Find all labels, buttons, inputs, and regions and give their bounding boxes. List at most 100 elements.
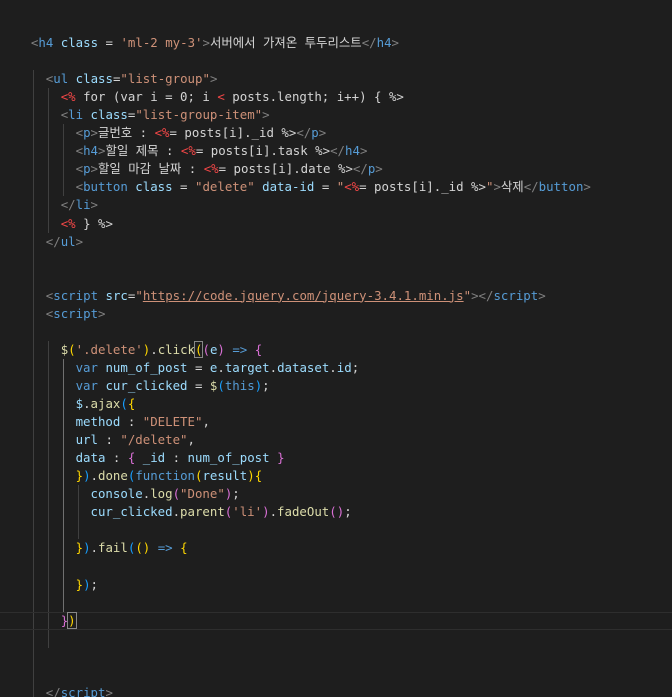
code-token: ( <box>329 504 337 520</box>
code-token: ) <box>83 468 91 484</box>
code-line[interactable]: <script src="https://code.jquery.com/jqu… <box>0 287 672 305</box>
code-token: ajax <box>90 396 121 411</box>
code-token: "DELETE" <box>142 414 203 430</box>
code-token: ( <box>120 396 128 411</box>
code-token: %> <box>337 161 353 177</box>
code-token: li <box>75 197 91 213</box>
code-line[interactable] <box>0 594 672 612</box>
code-line[interactable] <box>0 269 672 287</box>
code-line[interactable]: <li class="list-group-item"> <box>0 106 672 124</box>
code-token: src <box>98 287 128 303</box>
code-line[interactable]: $.ajax({ <box>0 395 672 413</box>
code-line[interactable]: console.log("Done"); <box>0 485 672 503</box>
code-token: $ <box>75 396 84 411</box>
code-token: . <box>90 540 98 556</box>
code-token: function <box>135 468 195 484</box>
code-token: < <box>75 143 84 159</box>
code-token: parent <box>180 504 225 520</box>
code-token: = posts[i].date <box>218 161 338 177</box>
code-line[interactable] <box>0 648 672 666</box>
code-line[interactable]: <p>글번호 : <%= posts[i]._id %></p> <box>0 124 672 142</box>
code-line[interactable]: <% } %> <box>0 215 672 233</box>
code-line[interactable]: }).fail(() => { <box>0 539 672 557</box>
code-line[interactable]: <ul class="list-group"> <box>0 70 672 88</box>
code-token: > <box>90 161 98 177</box>
code-token: p <box>83 161 91 177</box>
code-token: </ <box>60 197 76 213</box>
code-line[interactable]: <p>할일 마감 날짜 : <%= posts[i].date %></p> <box>0 160 672 178</box>
code-token: . <box>269 359 278 375</box>
code-token: . <box>90 468 98 484</box>
code-token: . <box>150 341 158 357</box>
code-line[interactable]: var cur_clicked = $(this); <box>0 377 672 395</box>
code-line[interactable]: </script> <box>0 684 672 697</box>
code-token: <% <box>60 215 76 231</box>
code-line[interactable]: $('.delete').click((e) => { <box>0 340 672 359</box>
code-token: ( <box>68 341 76 357</box>
code-token: { <box>254 468 263 484</box>
code-token: = <box>172 179 195 195</box>
code-line[interactable]: var num_of_post = e.target.dataset.id; <box>0 359 672 377</box>
code-token: , <box>202 414 210 430</box>
code-token: ; <box>344 504 352 520</box>
code-token: %> <box>281 125 297 141</box>
code-token: ; <box>262 377 270 393</box>
code-token: button <box>538 179 584 195</box>
code-line[interactable]: cur_clicked.parent('li').fadeOut(); <box>0 503 672 521</box>
code-line[interactable]: }).done(function(result){ <box>0 467 672 485</box>
code-token: done <box>98 468 128 484</box>
code-token: </ <box>523 179 539 195</box>
code-line[interactable]: <h4 class = 'ml-2 my-3'>서버에서 가져온 투두리스트</… <box>0 34 672 52</box>
code-line[interactable] <box>0 52 672 70</box>
code-token: . <box>172 504 181 520</box>
code-token: </ <box>352 161 368 177</box>
code-token: { <box>127 396 136 411</box>
code-token: = posts[i]._id <box>169 125 282 141</box>
code-token: "delete" <box>194 179 255 195</box>
code-line[interactable]: }) <box>0 611 672 630</box>
code-line[interactable]: <button class = "delete" data-id = "<%= … <box>0 178 672 196</box>
code-token: ) <box>247 468 255 484</box>
code-token: ; <box>90 576 98 592</box>
code-token: "list-group" <box>120 71 210 87</box>
code-token: console <box>90 486 143 502</box>
code-token: fail <box>98 540 128 556</box>
code-token: < <box>217 89 225 105</box>
code-line[interactable]: <% for (var i = 0; i < posts.length; i++… <box>0 88 672 106</box>
code-line[interactable] <box>0 666 672 684</box>
code-token: '.delete' <box>75 341 143 357</box>
code-token: %> <box>388 89 404 105</box>
code-line[interactable]: </li> <box>0 196 672 214</box>
code-token: 'ml-2 my-3' <box>120 35 203 50</box>
code-token: = posts[i].task <box>195 143 316 159</box>
code-token: 글번호 : <box>98 125 155 141</box>
code-token: } <box>75 215 98 231</box>
code-line[interactable] <box>0 521 672 539</box>
code-line[interactable] <box>0 323 672 341</box>
code-token: ul <box>53 71 69 87</box>
code-editor[interactable]: <h4 class = 'ml-2 my-3'>서버에서 가져온 투두리스트</… <box>0 0 672 697</box>
code-line[interactable] <box>0 557 672 575</box>
code-token: script <box>53 305 99 321</box>
code-line[interactable] <box>0 251 672 269</box>
code-token: result <box>202 468 248 484</box>
code-token: ) <box>217 341 225 357</box>
code-line[interactable]: </ul> <box>0 233 672 251</box>
code-token: > <box>391 35 399 50</box>
code-line[interactable]: <script> <box>0 305 672 323</box>
code-line[interactable]: }); <box>0 576 672 594</box>
code-token: <% <box>203 161 219 177</box>
code-token: script <box>493 287 539 303</box>
code-token: > <box>318 125 327 141</box>
code-line[interactable]: data : { _id : num_of_post } <box>0 449 672 467</box>
code-line[interactable]: <h4>할일 제목 : <%= posts[i].task %></h4> <box>0 142 672 160</box>
code-token: > <box>359 143 368 159</box>
code-line[interactable]: url : "/delete", <box>0 431 672 449</box>
code-token: ; <box>232 486 240 502</box>
code-line[interactable]: method : "DELETE", <box>0 413 672 431</box>
code-token: cur_clicked <box>90 504 173 520</box>
code-line[interactable] <box>0 630 672 648</box>
code-token: ) <box>83 576 91 592</box>
code-token: method <box>75 414 121 430</box>
code-token: dataset <box>277 359 330 375</box>
